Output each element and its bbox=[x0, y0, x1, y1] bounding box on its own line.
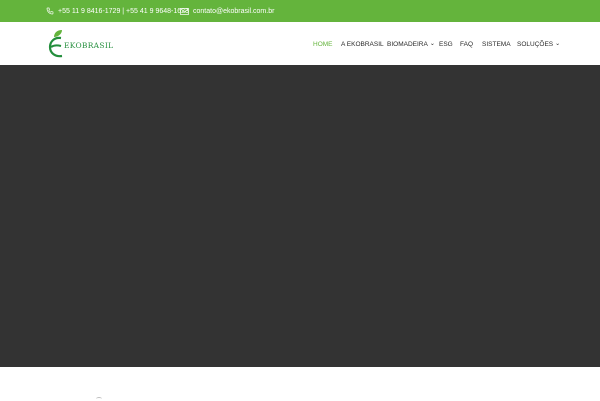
nav-label: SOLUÇÕES bbox=[517, 40, 554, 48]
phone-icon bbox=[46, 7, 54, 15]
phone-contact[interactable]: +55 11 9 8416-1729 | +55 41 9 9648-1623 bbox=[46, 0, 189, 22]
nav-label: ESG bbox=[439, 40, 453, 48]
decorative-mark bbox=[96, 397, 102, 401]
nav-label: BIOMADEIRA bbox=[387, 40, 428, 48]
nav-label: FAQ bbox=[460, 40, 474, 48]
nav-solucoes[interactable]: SOLUÇÕES ⌄ bbox=[517, 38, 560, 50]
main-navigation: HOME A EKOBRASIL BIOMADEIRA ⌄ ESG FAQ SI… bbox=[0, 22, 600, 65]
chevron-down-icon: ⌄ bbox=[429, 41, 435, 47]
nav-a-ekobrasil[interactable]: A EKOBRASIL bbox=[341, 38, 384, 50]
nav-home[interactable]: HOME bbox=[313, 38, 333, 50]
nav-biomadeira[interactable]: BIOMADEIRA ⌄ bbox=[387, 38, 435, 50]
email-address: contato@ekobrasil.com.br bbox=[193, 7, 275, 15]
top-contact-bar: +55 11 9 8416-1729 | +55 41 9 9648-1623 … bbox=[0, 0, 600, 22]
site-header: EKOBRASIL HOME A EKOBRASIL BIOMADEIRA ⌄ … bbox=[0, 22, 600, 65]
content-section bbox=[0, 367, 600, 400]
envelope-icon bbox=[180, 7, 189, 15]
nav-label: A EKOBRASIL bbox=[341, 40, 384, 48]
nav-label: SISTEMA bbox=[482, 40, 511, 48]
nav-esg[interactable]: ESG bbox=[439, 38, 453, 50]
chevron-down-icon: ⌄ bbox=[555, 41, 561, 47]
phone-numbers: +55 11 9 8416-1729 | +55 41 9 9648-1623 bbox=[58, 7, 189, 15]
nav-faq[interactable]: FAQ bbox=[460, 38, 473, 50]
email-contact[interactable]: contato@ekobrasil.com.br bbox=[180, 0, 274, 22]
hero-banner bbox=[0, 65, 600, 367]
nav-label: HOME bbox=[313, 40, 333, 48]
nav-sistema[interactable]: SISTEMA bbox=[482, 38, 511, 50]
